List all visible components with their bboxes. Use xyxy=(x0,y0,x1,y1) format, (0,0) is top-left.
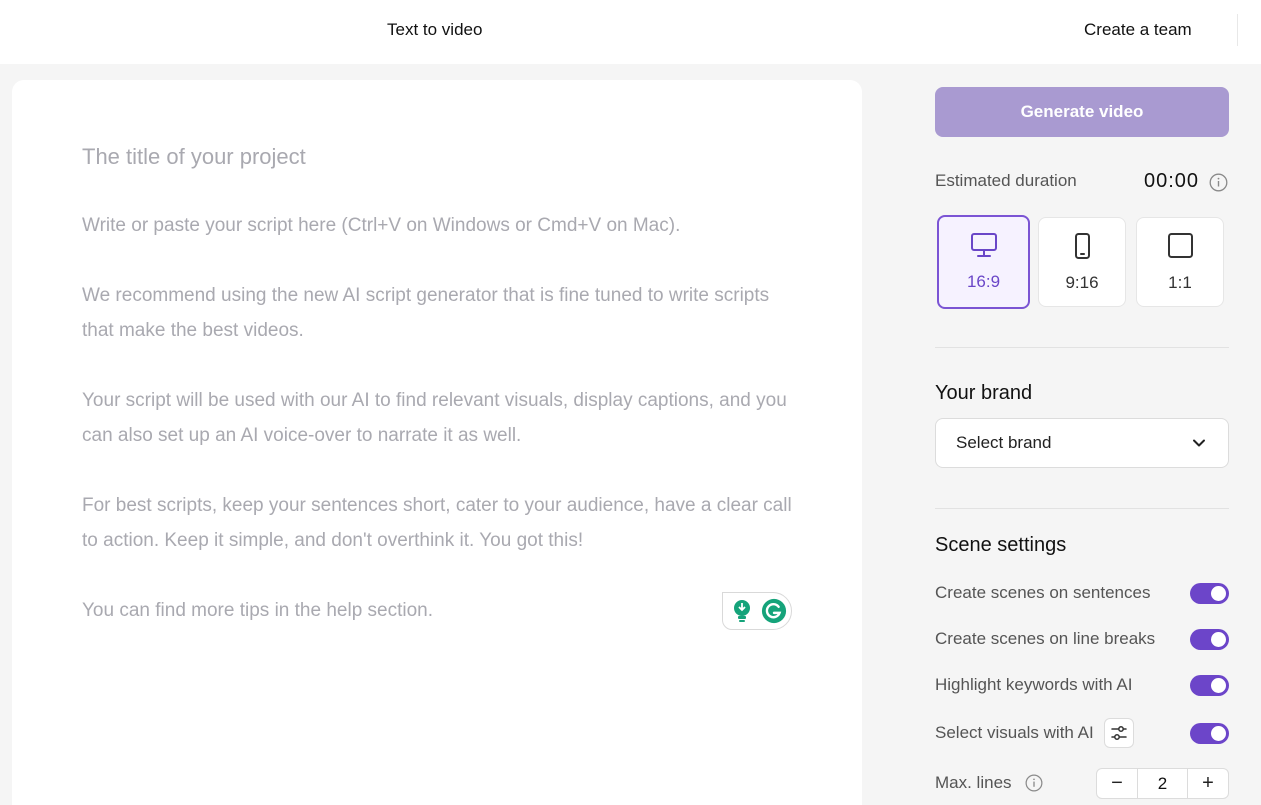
ratio-9-16-option[interactable]: 9:16 xyxy=(1038,217,1126,307)
sliders-icon xyxy=(1111,726,1127,740)
brand-select-value: Select brand xyxy=(956,433,1052,452)
section-divider xyxy=(935,508,1229,509)
brand-select[interactable]: Select brand xyxy=(935,418,1229,468)
ratio-label: 16:9 xyxy=(966,272,1001,291)
generate-video-button[interactable]: Generate video xyxy=(935,87,1229,137)
estimated-duration-value: 00:00 xyxy=(1144,170,1200,192)
scenes-on-line-breaks-toggle[interactable] xyxy=(1190,628,1229,650)
monitor-icon xyxy=(969,231,999,264)
square-icon xyxy=(1165,232,1195,265)
setting-row-line-breaks: Create scenes on line breaks xyxy=(935,624,1229,654)
info-icon[interactable] xyxy=(1025,774,1043,792)
highlight-keywords-toggle[interactable] xyxy=(1190,674,1229,696)
setting-row-keywords: Highlight keywords with AI xyxy=(935,670,1229,700)
script-placeholder-line: Your script will be used with our AI to … xyxy=(82,390,787,446)
scene-settings-title: Scene settings xyxy=(935,534,1067,556)
grammarly-icon[interactable] xyxy=(761,598,787,624)
setting-label-wrap: Select visuals with AI xyxy=(935,718,1134,748)
max-lines-label: Max. lines xyxy=(935,773,1012,792)
setting-row-visuals: Select visuals with AI xyxy=(935,718,1229,748)
scenes-on-sentences-toggle[interactable] xyxy=(1190,582,1229,604)
decrement-button[interactable]: − xyxy=(1097,769,1137,798)
ratio-16-9-option[interactable]: 16:9 xyxy=(937,215,1030,309)
script-placeholder-line: Write or paste your script here (Ctrl+V … xyxy=(82,215,681,236)
setting-label: Create scenes on sentences xyxy=(935,583,1151,602)
info-icon[interactable] xyxy=(1209,173,1228,192)
toggle-knob xyxy=(1211,631,1226,647)
setting-row-sentences: Create scenes on sentences xyxy=(935,578,1229,608)
page-title: Text to video xyxy=(387,20,483,39)
create-team-link[interactable]: Create a team xyxy=(1084,20,1192,40)
toggle-knob xyxy=(1211,677,1226,693)
toggle-knob xyxy=(1211,725,1226,741)
header-divider xyxy=(1237,14,1238,46)
toggle-knob xyxy=(1211,585,1226,601)
chevron-down-icon xyxy=(1192,433,1206,453)
project-title-input[interactable] xyxy=(82,144,782,170)
section-divider xyxy=(935,347,1229,348)
grammarly-widget[interactable] xyxy=(722,592,792,630)
script-placeholder-line: For best scripts, keep your sentences sh… xyxy=(82,495,792,551)
top-bar: Text to video Create a team xyxy=(0,0,1261,64)
max-lines-value[interactable]: 2 xyxy=(1137,769,1188,798)
setting-label: Highlight keywords with AI xyxy=(935,675,1133,694)
phone-icon xyxy=(1067,232,1097,265)
ratio-label: 1:1 xyxy=(1168,273,1192,292)
script-placeholder-line: You can find more tips in the help secti… xyxy=(82,600,434,621)
increment-button[interactable]: + xyxy=(1188,769,1228,798)
script-textarea[interactable]: Write or paste your script here (Ctrl+V … xyxy=(82,208,802,663)
select-visuals-toggle[interactable] xyxy=(1190,722,1229,744)
brand-section-title: Your brand xyxy=(935,382,1033,404)
lightbulb-icon[interactable] xyxy=(729,598,755,624)
script-editor-panel: Write or paste your script here (Ctrl+V … xyxy=(12,80,862,805)
ratio-1-1-option[interactable]: 1:1 xyxy=(1136,217,1224,307)
max-lines-stepper[interactable]: − 2 + xyxy=(1096,768,1229,799)
ratio-label: 9:16 xyxy=(1065,273,1099,292)
script-placeholder-line: We recommend using the new AI script gen… xyxy=(82,285,770,341)
estimated-duration-label: Estimated duration xyxy=(935,171,1077,190)
setting-label: Create scenes on line breaks xyxy=(935,629,1156,648)
setting-label: Select visuals with AI xyxy=(935,723,1094,742)
visual-settings-button[interactable] xyxy=(1103,718,1134,748)
